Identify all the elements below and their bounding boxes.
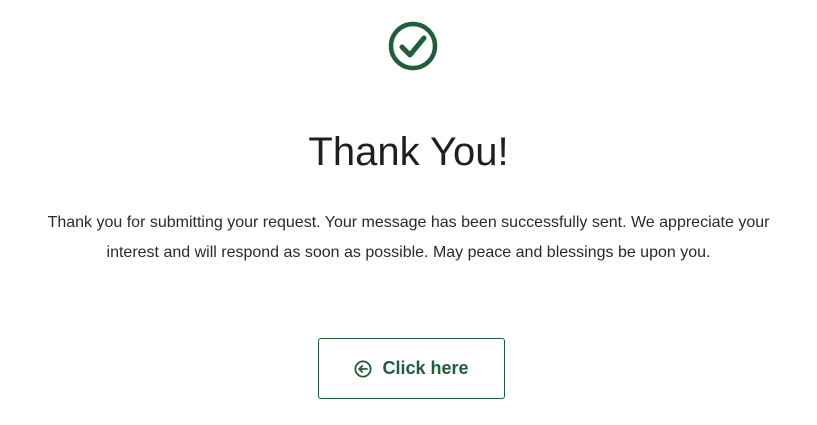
check-circle-icon [388,21,438,71]
page-title: Thank You! [308,130,509,174]
arrow-left-circle-icon [354,360,372,377]
click-here-button[interactable]: Click here [318,338,505,399]
button-label: Click here [382,358,469,378]
confirmation-message: Thank you for submitting your request. Y… [47,214,770,261]
